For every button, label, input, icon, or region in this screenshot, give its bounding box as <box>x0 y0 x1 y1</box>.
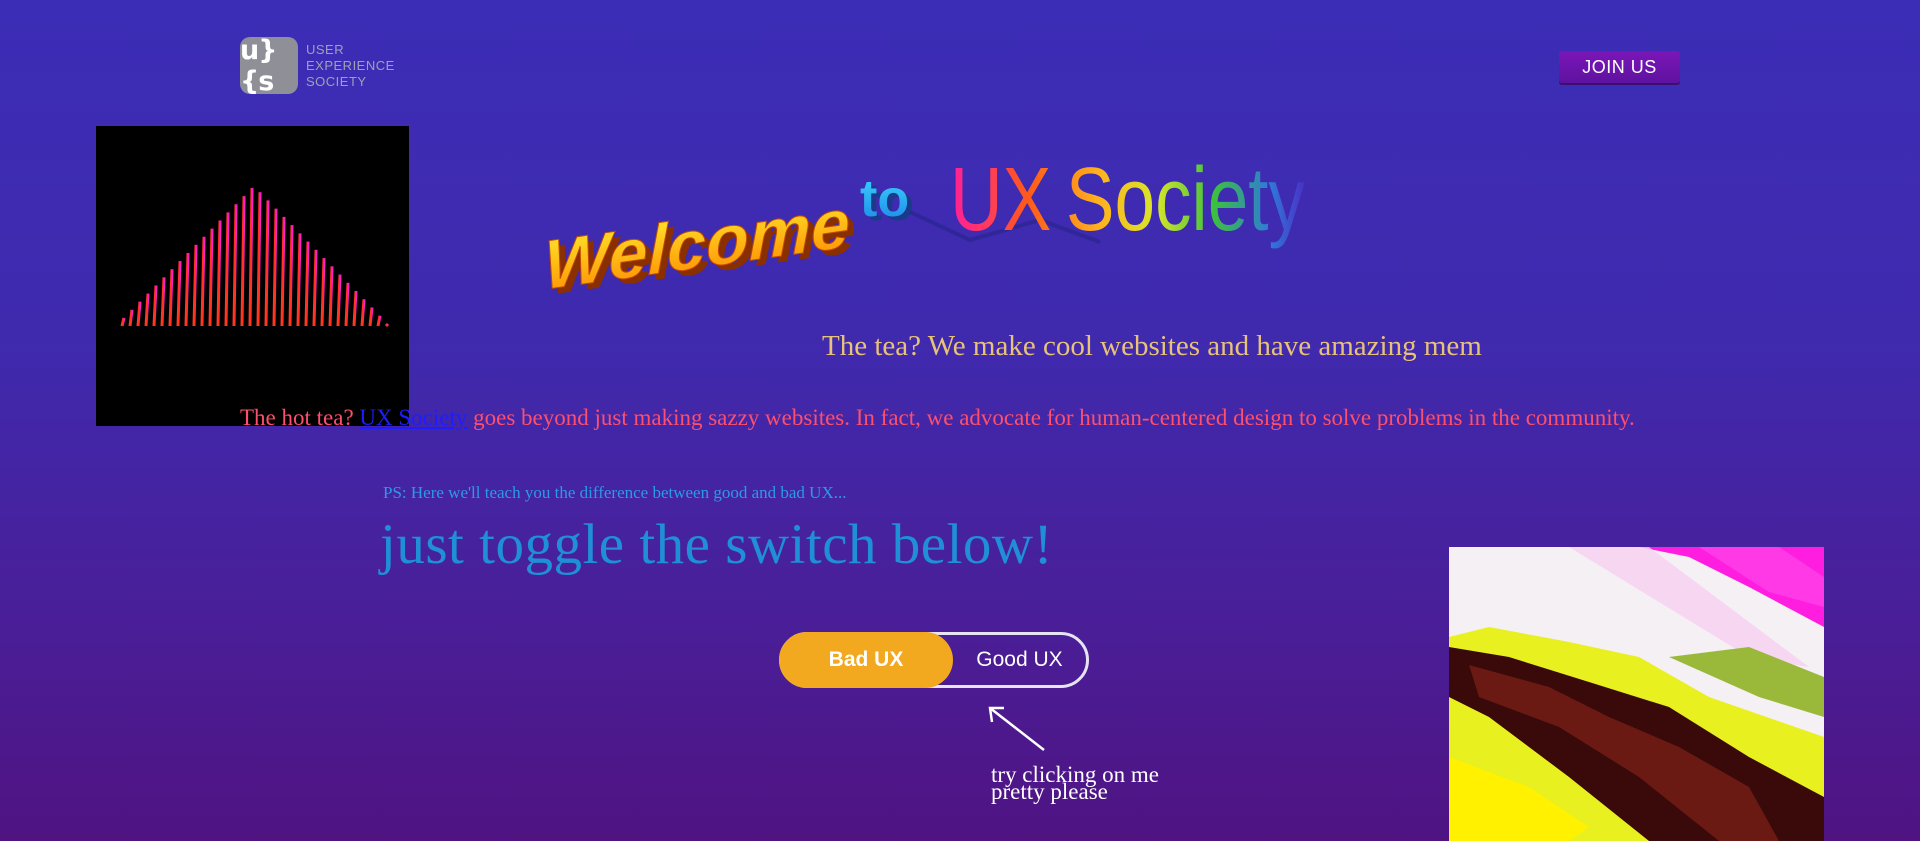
triangle-stripe <box>232 204 238 327</box>
triangle-stripe <box>168 269 174 327</box>
triangle-stripe <box>184 252 190 327</box>
triangle-stripe <box>296 233 302 327</box>
ux-society-word: UXSociety <box>950 150 1305 250</box>
site-logo[interactable]: u}{s USER EXPERIENCE SOCIETY <box>240 35 395 97</box>
ux-society-link[interactable]: UX Society <box>359 405 467 430</box>
triangle-stripe <box>120 317 126 327</box>
hot-tea-suffix: goes beyond just making sazzy websites. … <box>467 405 1635 430</box>
triangle-stripe <box>264 200 270 327</box>
good-ux-option[interactable]: Good UX <box>953 635 1086 685</box>
society-word: Society <box>1066 150 1305 250</box>
hot-tea-paragraph: The hot tea? UX Society goes beyond just… <box>240 405 1680 431</box>
triangle-stripe <box>176 261 182 327</box>
triangle-stripe <box>152 285 158 327</box>
triangle-stripe <box>256 192 262 327</box>
glitch-art-image <box>1449 547 1824 841</box>
ux-word: UX <box>950 150 1051 250</box>
triangle-stripe <box>160 277 166 327</box>
triangle-stripe <box>360 299 366 327</box>
triangle-stripe <box>144 293 150 327</box>
triangle-stripe <box>248 188 254 327</box>
triangle-stripe <box>216 220 222 327</box>
logo-line-2: EXPERIENCE <box>306 57 395 73</box>
triangle-stripe <box>328 266 334 327</box>
to-word: to <box>860 170 909 228</box>
triangle-stripe <box>224 212 230 327</box>
triangle-stripe <box>352 290 358 327</box>
triangle-stripe <box>136 301 142 327</box>
tea-marquee: The tea? We make cool websites and have … <box>822 330 1482 362</box>
welcome-wordart: Welcome Welcome to to UXSociety <box>544 150 1306 310</box>
toggle-prompt-heading: just toggle the switch below! <box>380 513 1054 576</box>
triangle-stripe <box>384 322 390 328</box>
logo-line-1: USER <box>306 41 345 57</box>
triangle-animation <box>96 126 409 426</box>
ps-note: PS: Here we'll teach you the difference … <box>383 483 847 502</box>
click-hint: try clicking on me pretty please <box>991 763 1159 803</box>
bad-ux-option[interactable]: Bad UX <box>779 632 953 688</box>
triangle-stripe <box>288 225 294 327</box>
triangle-stripe <box>312 249 318 327</box>
arrow-icon <box>988 706 1045 751</box>
triangle-stripe <box>376 315 382 327</box>
logo-wordmark: USER EXPERIENCE SOCIETY <box>306 42 395 90</box>
logo-line-3: SOCIETY <box>306 73 367 89</box>
triangle-stripe <box>272 208 278 327</box>
triangle-stripe <box>320 258 326 327</box>
triangle-stripe <box>208 228 214 327</box>
ux-toggle-switch[interactable]: Bad UX Good UX <box>779 632 1089 688</box>
triangle-stripe <box>336 274 342 327</box>
triangle-stripe <box>192 244 198 327</box>
join-us-button[interactable]: JOIN US <box>1559 51 1680 83</box>
triangle-stripe <box>368 307 374 327</box>
hot-tea-prefix: The hot tea? <box>240 405 360 430</box>
striped-triangle-graphic <box>114 188 390 328</box>
logo-mark: u}{s <box>240 35 298 97</box>
triangle-stripe <box>200 236 206 327</box>
triangle-stripe <box>240 196 246 327</box>
triangle-stripe <box>304 241 310 327</box>
triangle-stripe <box>280 216 286 327</box>
triangle-stripe <box>128 309 134 327</box>
triangle-stripe <box>344 282 350 327</box>
